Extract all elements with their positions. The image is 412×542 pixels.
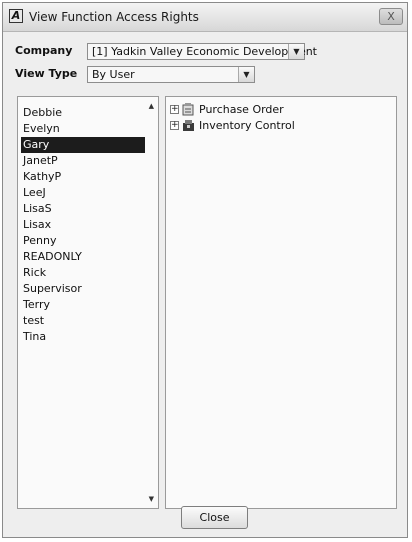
user-list[interactable]: Debbie Evelyn Gary JanetP KathyP LeeJ LisaS Lis… [17, 96, 159, 509]
user-list-item[interactable]: test [21, 313, 145, 329]
user-list-item[interactable]: READONLY [21, 249, 145, 265]
window-close-button[interactable]: X [379, 8, 403, 25]
inventory-control-icon [183, 120, 194, 131]
user-list-item[interactable]: Evelyn [21, 121, 145, 137]
company-select-value: [1] Yadkin Valley Economic Development [92, 45, 317, 58]
user-list-item[interactable]: JanetP [21, 153, 145, 169]
scroll-up-arrow-icon[interactable]: ▲ [149, 102, 154, 110]
view-type-select[interactable]: By User ▼ [87, 66, 255, 83]
user-list-item[interactable]: Terry [21, 297, 145, 313]
user-list-item[interactable]: LisaS [21, 201, 145, 217]
user-list-item[interactable]: Gary [21, 137, 145, 153]
function-tree: + Purchase Order + Inventory Control [165, 96, 397, 509]
view-type-label: View Type [15, 67, 78, 80]
company-select[interactable]: [1] Yadkin Valley Economic Development ▼ [87, 43, 317, 60]
expand-icon[interactable]: + [170, 105, 179, 114]
scroll-down-arrow-icon[interactable]: ▼ [149, 495, 154, 503]
access-rights-window: A View Function Access Rights X Company … [2, 2, 408, 538]
user-list-item[interactable]: Tina [21, 329, 145, 345]
tree-node-label: Inventory Control [199, 119, 295, 132]
company-dropdown-arrow-icon[interactable]: ▼ [288, 44, 304, 59]
window-title: View Function Access Rights [29, 10, 199, 24]
expand-icon[interactable]: + [170, 121, 179, 130]
view-type-select-value: By User [92, 68, 135, 81]
title-bar: A View Function Access Rights X [3, 3, 407, 32]
user-list-item[interactable]: Rick [21, 265, 145, 281]
user-list-item[interactable]: KathyP [21, 169, 145, 185]
user-list-item[interactable]: Supervisor [21, 281, 145, 297]
tree-node-label: Purchase Order [199, 103, 284, 116]
view-type-dropdown-arrow-icon[interactable]: ▼ [238, 67, 254, 82]
purchase-order-icon [182, 103, 194, 116]
user-list-item[interactable]: Debbie [21, 105, 145, 121]
close-button[interactable]: Close [181, 506, 248, 529]
user-list-item[interactable]: LeeJ [21, 185, 145, 201]
app-logo-icon: A [9, 9, 23, 23]
user-list-item[interactable]: Penny [21, 233, 145, 249]
user-list-item[interactable]: Lisax [21, 217, 145, 233]
company-label: Company [15, 44, 73, 57]
